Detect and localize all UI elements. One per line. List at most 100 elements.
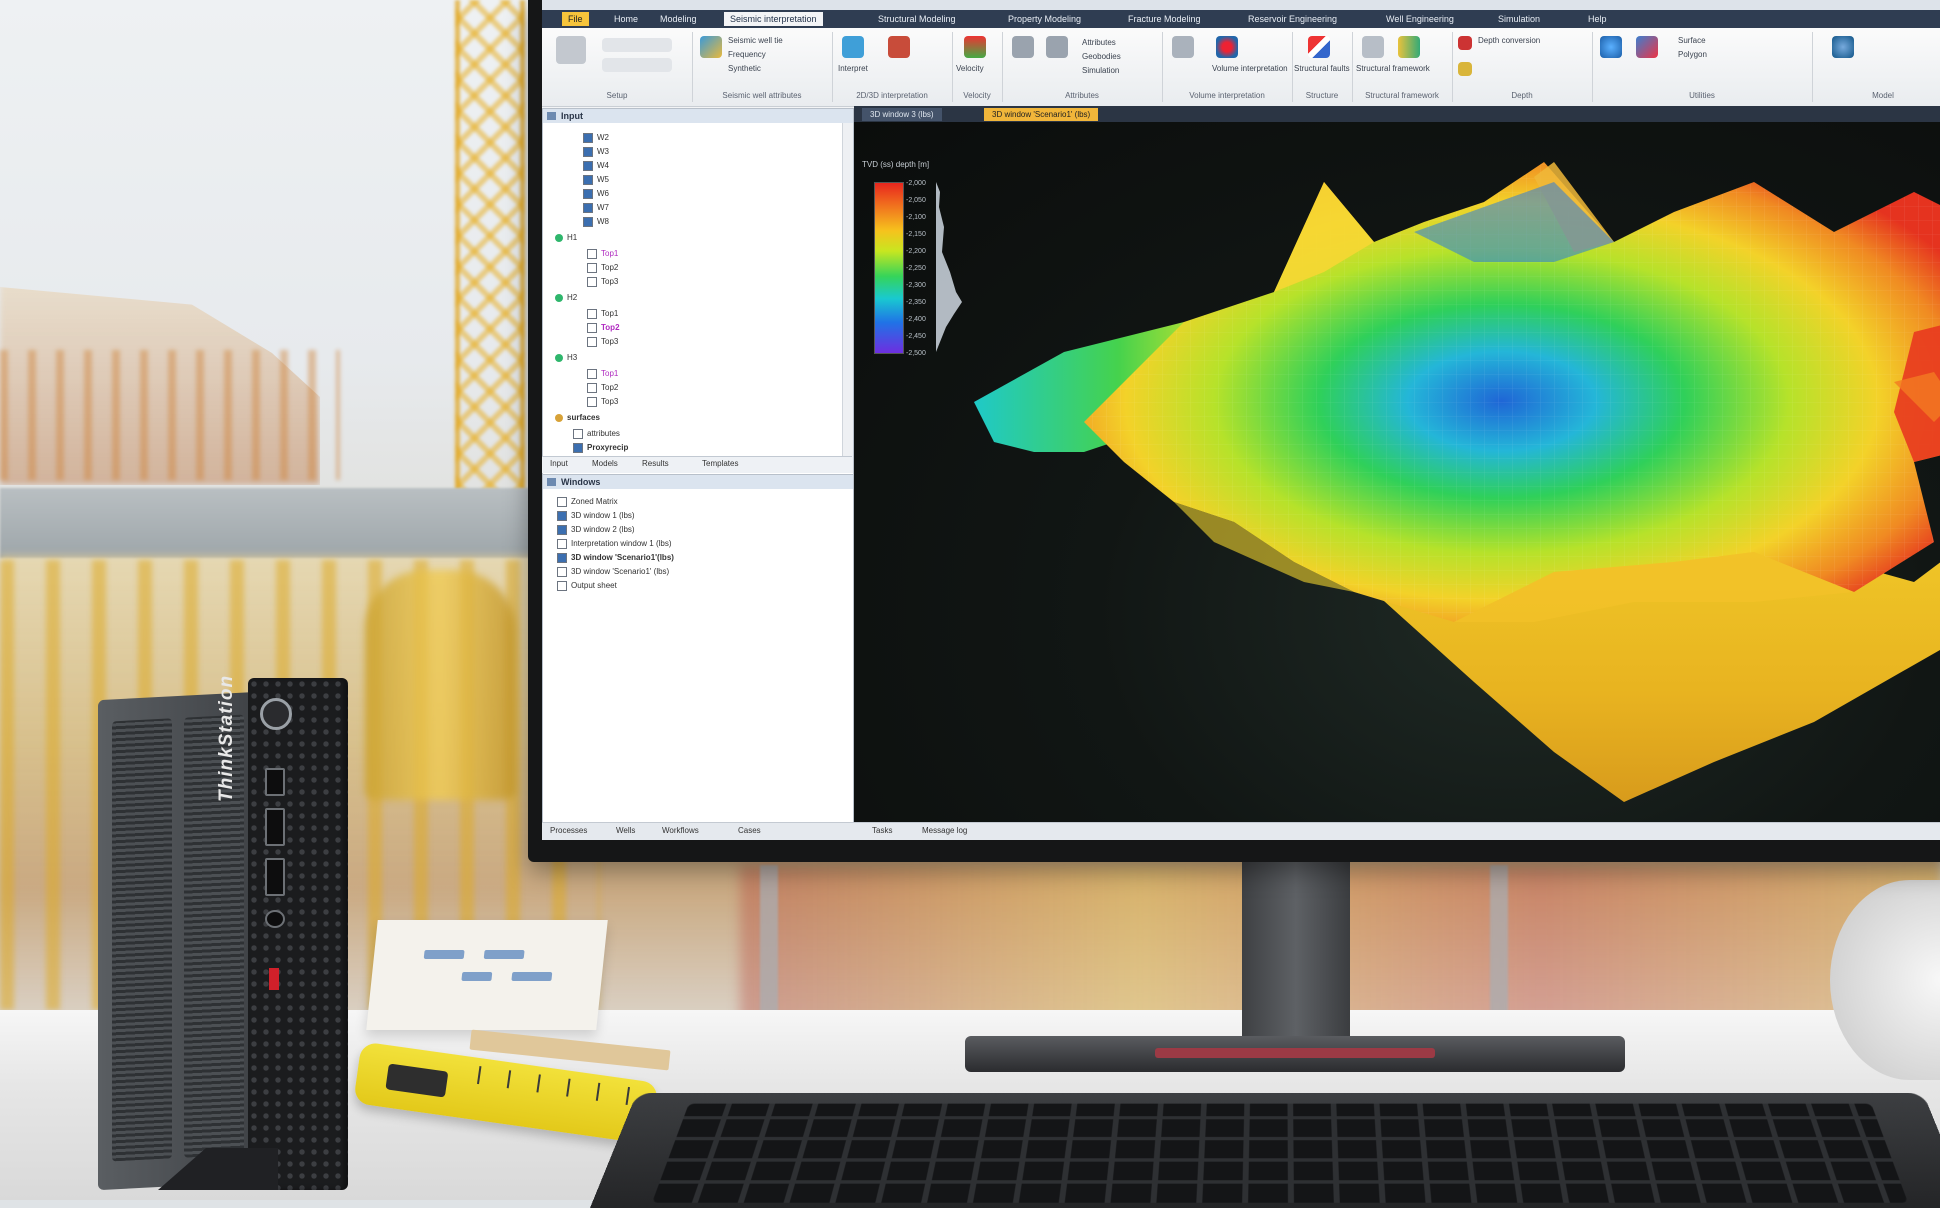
ribbon-group-label: Velocity — [963, 91, 991, 100]
ribbon-button-label[interactable]: Frequency — [728, 50, 766, 59]
setup-dropdown[interactable] — [602, 58, 672, 72]
depth-icon[interactable] — [1458, 62, 1472, 76]
ribbon-group-model: Model — [1812, 32, 1940, 102]
tree-item[interactable]: Top2 — [587, 321, 620, 335]
tab-results[interactable]: Results — [642, 459, 669, 468]
geobodies-icon[interactable] — [1046, 36, 1068, 58]
structural-faults-icon[interactable] — [1308, 36, 1330, 58]
tree-item[interactable]: H2 — [555, 291, 577, 305]
depth-icon[interactable] — [1458, 36, 1472, 50]
interpret-icon[interactable] — [842, 36, 864, 58]
pc-brand-logo: ThinkStation — [216, 674, 237, 802]
tab-input[interactable]: Input — [550, 459, 568, 468]
framework-icon[interactable] — [1362, 36, 1384, 58]
document-tab[interactable]: 3D window 3 (lbs) — [862, 108, 942, 121]
compute-icon[interactable] — [1172, 36, 1194, 58]
tab-reservoir-engineering[interactable]: Reservoir Engineering — [1242, 12, 1343, 26]
scrollbar[interactable] — [842, 123, 853, 473]
project-icon[interactable] — [556, 36, 586, 64]
tree-item[interactable]: Top1 — [587, 307, 618, 321]
window-list-item[interactable]: 3D window 2 (lbs) — [557, 523, 635, 537]
ribbon-button-label[interactable]: Structural framework — [1356, 64, 1430, 73]
window-mullion — [1490, 865, 1508, 1025]
ribbon-button-label[interactable]: Interpret — [838, 64, 868, 73]
ribbon-button-label[interactable]: Simulation — [1082, 66, 1119, 75]
tree-item[interactable]: W7 — [583, 201, 609, 215]
tree-item[interactable]: W8 — [583, 215, 609, 229]
tab-simulation[interactable]: Simulation — [1492, 12, 1546, 26]
tree-item[interactable]: Proxyrecip — [573, 441, 628, 455]
rig-structure — [0, 350, 340, 480]
yellow-tank — [365, 570, 515, 800]
tab-help[interactable]: Help — [1582, 12, 1613, 26]
tree-item[interactable]: Top3 — [587, 395, 618, 409]
tab-tasks[interactable]: Tasks — [872, 826, 892, 835]
document-tab-bar: 3D window 3 (lbs) 3D window 'Scenario1' … — [854, 106, 1940, 122]
tree-item[interactable]: W5 — [583, 173, 609, 187]
3d-viewport[interactable]: TVD (ss) depth [m] -2,000 -2,050 -2,100 -2,… — [854, 122, 1940, 822]
ribbon-button-label[interactable]: Seismic well tie — [728, 36, 783, 45]
tree-item[interactable]: Top3 — [587, 335, 618, 349]
tab-well-engineering[interactable]: Well Engineering — [1380, 12, 1460, 26]
tree-item[interactable]: Top2 — [587, 261, 618, 275]
model-icon[interactable] — [1832, 36, 1854, 58]
tab-modeling[interactable]: Modeling — [654, 12, 703, 26]
tree-item[interactable]: W4 — [583, 159, 609, 173]
ribbon-button-label[interactable]: Depth conversion — [1478, 36, 1540, 45]
tree-item[interactable]: H3 — [555, 351, 577, 365]
ribbon-button-label[interactable]: Surface — [1678, 36, 1706, 45]
ribbon-button-label[interactable]: Attributes — [1082, 38, 1116, 47]
tab-file[interactable]: File — [562, 12, 589, 26]
tree-item[interactable]: W3 — [583, 145, 609, 159]
monitor-stand-base — [965, 1036, 1625, 1072]
volume-icon[interactable] — [1216, 36, 1238, 58]
window-list-item[interactable]: 3D window 'Scenario1' (lbs) — [557, 565, 669, 579]
tree-item[interactable]: Top3 — [587, 275, 618, 289]
ribbon-button-label[interactable]: Velocity — [956, 64, 984, 73]
tab-workflows[interactable]: Workflows — [662, 826, 699, 835]
tree-item[interactable]: Top2 — [587, 381, 618, 395]
ribbon-button-label[interactable]: Geobodies — [1082, 52, 1121, 61]
tab-fracture-modeling[interactable]: Fracture Modeling — [1122, 12, 1207, 26]
windows-panel-header: Windows — [543, 475, 853, 489]
window-list-item[interactable]: Zoned Matrix — [557, 495, 618, 509]
velocity-icon[interactable] — [964, 36, 986, 58]
tree-item[interactable]: surfaces — [555, 411, 600, 425]
setup-dropdown[interactable] — [602, 38, 672, 52]
ribbon-button-label[interactable]: Volume interpretation — [1212, 64, 1288, 73]
pc-front-panel — [248, 678, 348, 1190]
tab-cases[interactable]: Cases — [738, 826, 761, 835]
tree-item[interactable]: Top1 — [587, 247, 618, 261]
tree-item[interactable]: Top1 — [587, 367, 618, 381]
attributes-icon[interactable] — [1012, 36, 1034, 58]
tree-item[interactable]: W6 — [583, 187, 609, 201]
tab-templates[interactable]: Templates — [702, 459, 738, 468]
tree-item[interactable]: H1 — [555, 231, 577, 245]
document-tab-active[interactable]: 3D window 'Scenario1' (lbs) — [984, 108, 1099, 121]
ribbon-button-label[interactable]: Structural faults — [1294, 64, 1350, 73]
seismic-icon[interactable] — [888, 36, 910, 58]
tab-seismic-interpretation[interactable]: Seismic interpretation — [724, 12, 823, 26]
tab-models[interactable]: Models — [592, 459, 618, 468]
window-list-item[interactable]: Output sheet — [557, 579, 617, 593]
tab-processes[interactable]: Processes — [550, 826, 587, 835]
seismic-well-tie-icon[interactable] — [700, 36, 722, 58]
tree-item[interactable]: attributes — [573, 427, 620, 441]
window-list-item[interactable]: 3D window 1 (lbs) — [557, 509, 635, 523]
tab-home[interactable]: Home — [608, 12, 644, 26]
tab-property-modeling[interactable]: Property Modeling — [1002, 12, 1087, 26]
ribbon-button-label[interactable]: Polygon — [1678, 50, 1707, 59]
globe-icon[interactable] — [1600, 36, 1622, 58]
polygon-icon[interactable] — [1636, 36, 1658, 58]
window-list-item[interactable]: Interpretation window 1 (lbs) — [557, 537, 672, 551]
tab-structural-modeling[interactable]: Structural Modeling — [872, 12, 962, 26]
window-list-item[interactable]: 3D window 'Scenario1'(lbs) — [557, 551, 674, 565]
ribbon-group-label: Seismic well attributes — [722, 91, 802, 100]
mini-tower-pc: ThinkStation — [98, 674, 348, 1191]
ribbon-group-label: Structure — [1305, 91, 1339, 100]
ribbon-button-label[interactable]: Synthetic — [728, 64, 761, 73]
tab-wells[interactable]: Wells — [616, 826, 635, 835]
tree-item[interactable]: W2 — [583, 131, 609, 145]
tab-message-log[interactable]: Message log — [922, 826, 967, 835]
horizons-icon[interactable] — [1398, 36, 1420, 58]
